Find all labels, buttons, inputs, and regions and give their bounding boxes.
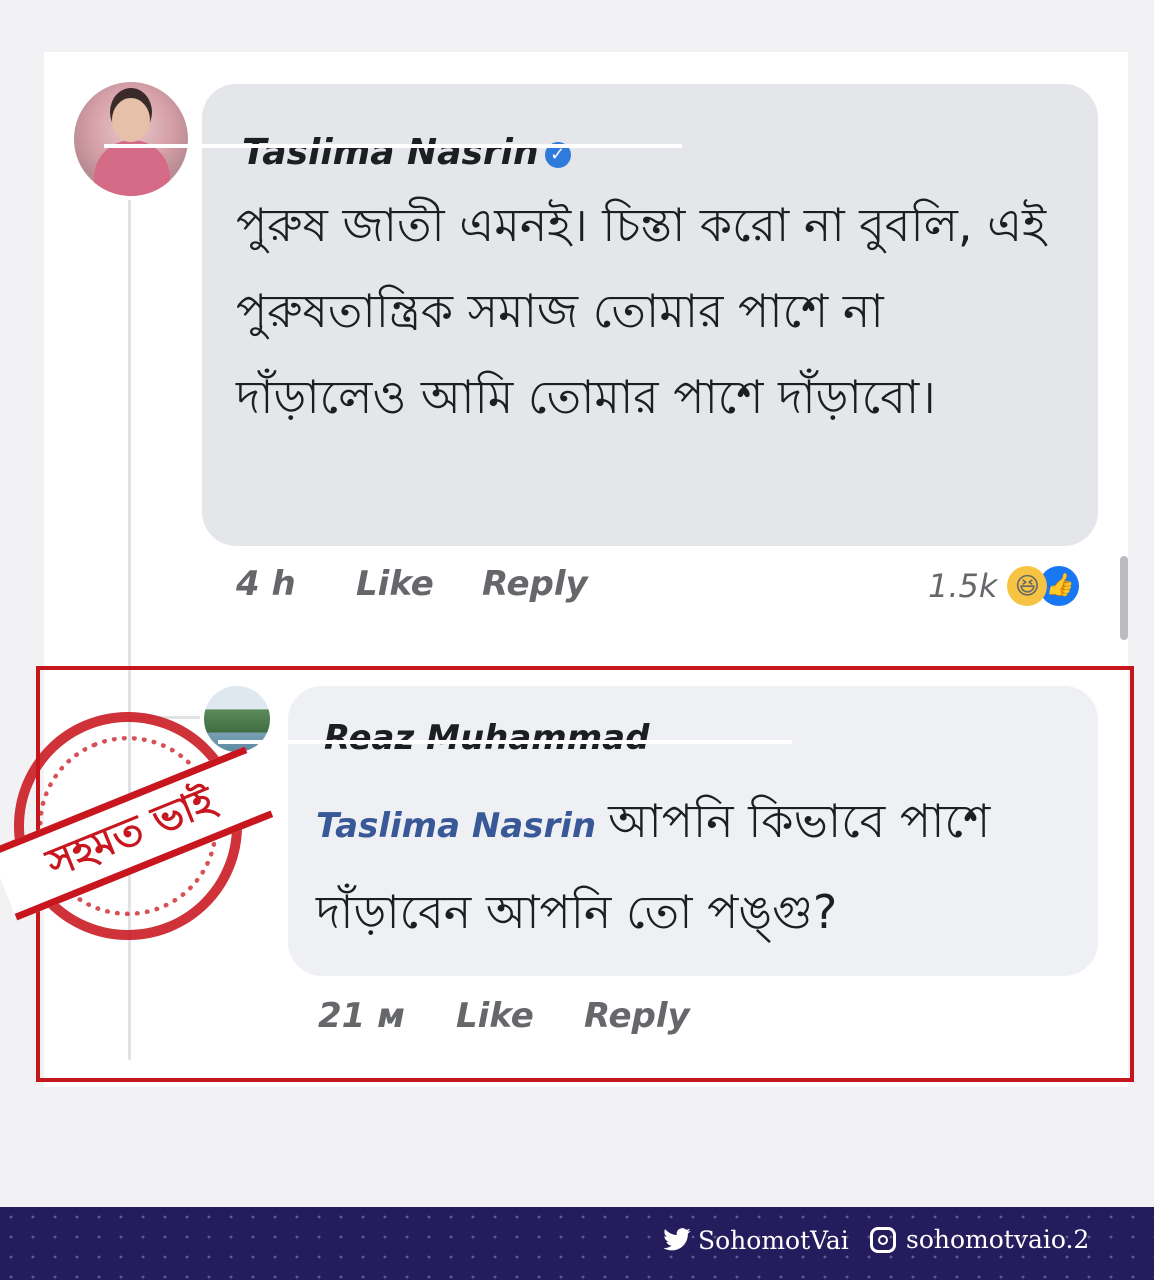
avatar-figure [94, 140, 170, 196]
comment-actions: 4 h Like Reply [236, 564, 588, 604]
instagram-handle-link[interactable]: sohomotvaio.2 [870, 1225, 1089, 1254]
footer-bar: SohomotVai sohomotvaio.2 [0, 1207, 1154, 1280]
comment-bubble: Taslima Nasrin ✓ পুরুষ জাতী এমনই। চিন্তা … [202, 84, 1098, 546]
comment-reply-button[interactable]: Reply [482, 564, 588, 604]
comment-timestamp[interactable]: 4 h [236, 564, 356, 604]
twitter-handle: SohomotVai [698, 1225, 849, 1255]
reply-text-block: Taslima Nasrin আপনি কিভাবে পাশে দাঁড়াবেন… [316, 778, 1076, 955]
scrollbar[interactable] [1120, 556, 1128, 640]
comment-like-button[interactable]: Like [356, 564, 482, 604]
reply-reply-button[interactable]: Reply [584, 996, 690, 1036]
name-redaction-line [104, 144, 682, 148]
twitter-handle-link[interactable]: SohomotVai [660, 1225, 849, 1255]
instagram-icon [870, 1226, 896, 1253]
reply-timestamp[interactable]: 21 м [318, 996, 456, 1036]
reaction-count: 1.5k [928, 567, 998, 605]
comment-text: পুরুষ জাতী এমনই। চিন্তা করো না বুবলি, এই… [236, 198, 1047, 424]
reply-actions: 21 м Like Reply [318, 996, 690, 1036]
avatar-taslima[interactable] [74, 82, 188, 196]
name-redaction-line [218, 740, 792, 744]
haha-reaction-icon: 😆 [1007, 566, 1048, 606]
reply-author[interactable]: Reaz Muhammad [324, 718, 649, 758]
reaction-summary[interactable]: 1.5k 😆 👍 [928, 566, 1080, 606]
comment-author[interactable]: Taslima Nasrin ✓ [242, 132, 571, 173]
reply-like-button[interactable]: Like [456, 996, 584, 1036]
reply-bubble: Reaz Muhammad Taslima Nasrin আপনি কিভাবে … [288, 686, 1098, 976]
instagram-handle: sohomotvaio.2 [906, 1225, 1090, 1254]
twitter-icon [663, 1228, 691, 1251]
avatar-face [112, 98, 150, 142]
reply-mention-link[interactable]: Taslima Nasrin [316, 806, 596, 846]
comment-author-name[interactable]: Taslima Nasrin [242, 132, 539, 173]
